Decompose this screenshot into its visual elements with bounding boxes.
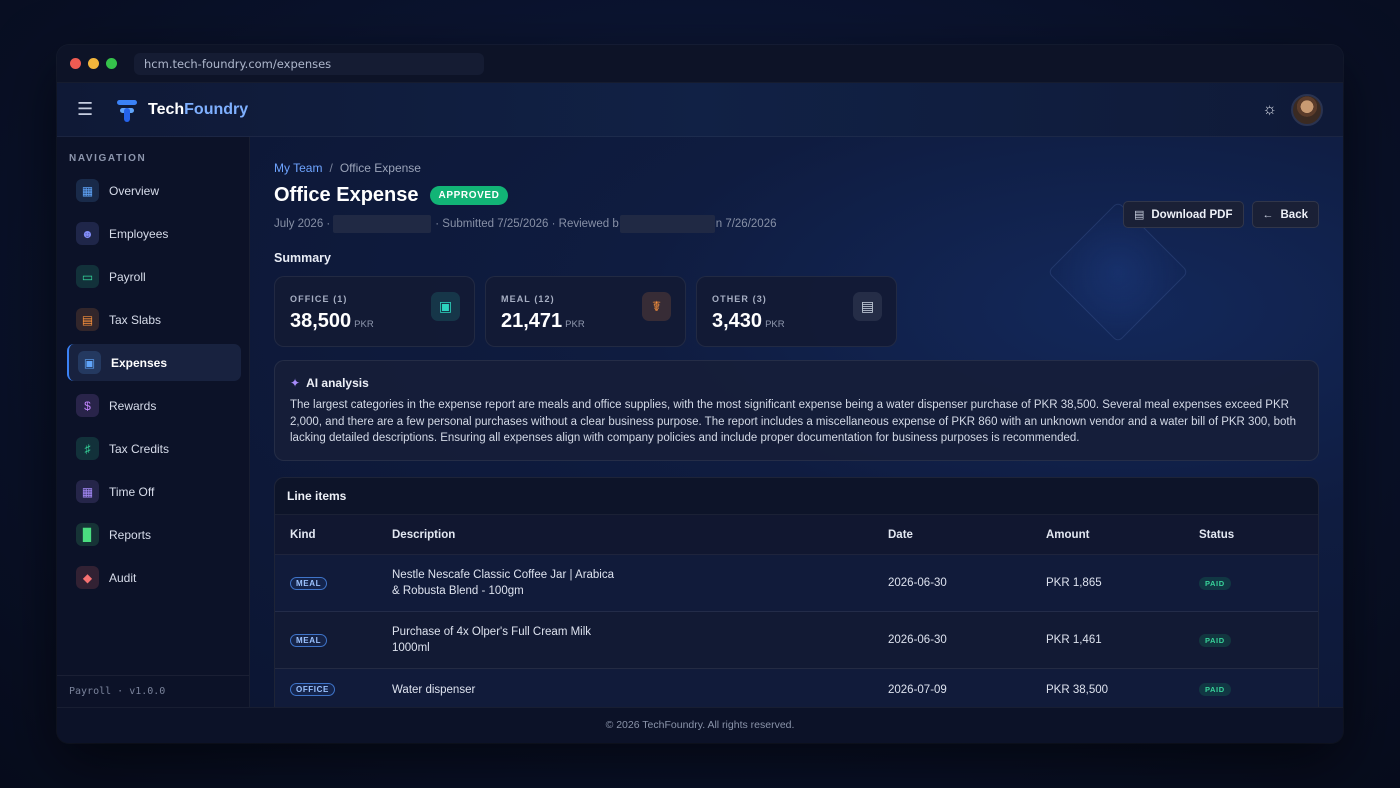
page-title: Office Expense xyxy=(274,184,419,206)
menu-icon[interactable]: ☰ xyxy=(77,99,101,120)
paid-badge: PAID xyxy=(1199,633,1231,647)
item-date: 2026-06-30 xyxy=(888,554,1046,612)
item-description: Purchase of 4x Olper's Full Cream Milk 10… xyxy=(392,611,888,669)
table-row[interactable]: MEAL Nestle Nescafe Classic Coffee Jar |… xyxy=(275,554,1318,612)
sidebar-item-tax-slabs[interactable]: ▤ Tax Slabs xyxy=(67,301,241,338)
sidebar: NAVIGATION ▦ Overview ☻ Employees ▭ Payr… xyxy=(57,137,250,707)
table-row[interactable]: OFFICE Water dispenser 2026-07-09 PKR 38… xyxy=(275,668,1318,707)
logo-icon xyxy=(115,97,139,123)
sidebar-item-tax-credits[interactable]: ♯ Tax Credits xyxy=(67,430,241,467)
browser-titlebar: hcm.tech-foundry.com/expenses xyxy=(57,45,1343,83)
grid-icon: ▦ xyxy=(76,179,99,202)
app-header: ☰ TechFoundry ☼ xyxy=(57,83,1343,137)
paid-badge: PAID xyxy=(1199,576,1231,590)
status-badge: APPROVED xyxy=(429,186,509,205)
ai-analysis-title: AI analysis xyxy=(306,376,369,390)
kind-badge: MEAL xyxy=(290,576,328,590)
kind-badge: MEAL xyxy=(290,633,328,647)
browser-window: hcm.tech-foundry.com/expenses ☰ TechFoun… xyxy=(57,45,1343,743)
sun-icon[interactable]: ☼ xyxy=(1262,101,1277,119)
item-amount: PKR 1,461 xyxy=(1046,611,1199,669)
bank-icon: ♯ xyxy=(76,437,99,460)
briefcase-icon: ▣ xyxy=(431,292,460,321)
header-actions: ▤ Download PDF ← Back xyxy=(1115,201,1319,228)
redacted-reviewer xyxy=(619,215,715,233)
column-header-description: Description xyxy=(392,514,888,555)
column-header-kind: Kind xyxy=(275,514,392,555)
card-icon: ▭ xyxy=(76,265,99,288)
paid-badge: PAID xyxy=(1199,683,1231,696)
ai-analysis-text: The largest categories in the expense re… xyxy=(290,399,1297,444)
item-date: 2026-06-30 xyxy=(888,611,1046,669)
sidebar-item-reports[interactable]: ▉ Reports xyxy=(67,516,241,553)
minimize-window-button[interactable] xyxy=(88,58,99,69)
nav-heading: NAVIGATION xyxy=(69,153,147,164)
summary-card-other: OTHER (3) 3,430 PKR ▤ xyxy=(696,276,897,347)
item-amount: PKR 1,865 xyxy=(1046,554,1199,612)
sidebar-item-payroll[interactable]: ▭ Payroll xyxy=(67,258,241,295)
item-date: 2026-07-09 xyxy=(888,668,1046,707)
sidebar-item-time-off[interactable]: ▦ Time Off xyxy=(67,473,241,510)
summary-card-meal: MEAL (12) 21,471 PKR ☤ xyxy=(485,276,686,347)
app-version: Payroll · v1.0.0 xyxy=(57,675,249,707)
kind-badge: OFFICE xyxy=(290,683,335,696)
download-pdf-button[interactable]: ▤ Download PDF xyxy=(1122,201,1244,228)
column-header-date: Date xyxy=(888,514,1046,555)
maximize-window-button[interactable] xyxy=(106,58,117,69)
line-items-panel: Line items Kind Description Date Amount … xyxy=(274,477,1319,707)
sidebar-item-employees[interactable]: ☻ Employees xyxy=(67,215,241,252)
arrow-left-icon: ← xyxy=(1262,208,1274,221)
page-footer: © 2026 TechFoundry. All rights reserved. xyxy=(57,707,1343,743)
main-content: My Team / Office Expense Office Expense AP… xyxy=(250,137,1343,707)
line-items-title: Line items xyxy=(287,489,347,503)
item-description: Nestle Nescafe Classic Coffee Jar | Arab… xyxy=(392,554,888,612)
address-bar[interactable]: hcm.tech-foundry.com/expenses xyxy=(134,52,484,75)
shield-icon: ◆ xyxy=(76,566,99,589)
avatar[interactable] xyxy=(1291,93,1323,126)
column-header-amount: Amount xyxy=(1046,514,1199,555)
line-items-table: Kind Description Date Amount Status MEAL… xyxy=(275,514,1318,707)
breadcrumb-link-my-team[interactable]: My Team xyxy=(274,161,322,175)
sidebar-item-rewards[interactable]: $ Rewards xyxy=(67,387,241,424)
breadcrumb: My Team / Office Expense xyxy=(274,161,421,175)
sparkle-icon: ✦ xyxy=(290,376,301,390)
redacted-name xyxy=(333,215,432,233)
file-icon: ▤ xyxy=(1133,209,1145,221)
calendar-icon: ▦ xyxy=(76,480,99,503)
brand-name[interactable]: TechFoundry xyxy=(148,101,248,119)
utensils-icon: ☤ xyxy=(642,292,671,321)
column-header-status: Status xyxy=(1199,514,1318,555)
sidebar-item-audit[interactable]: ◆ Audit xyxy=(67,559,241,596)
document-icon: ▤ xyxy=(76,308,99,331)
back-button[interactable]: ← Back xyxy=(1251,201,1319,228)
close-window-button[interactable] xyxy=(70,58,81,69)
item-description: Water dispenser xyxy=(392,668,888,707)
wallet-icon: ▣ xyxy=(78,351,101,374)
sidebar-item-expenses[interactable]: ▣ Expenses xyxy=(67,344,241,381)
summary-card-office: OFFICE (1) 38,500 PKR ▣ xyxy=(274,276,475,347)
receipt-icon: ▤ xyxy=(853,292,882,321)
breadcrumb-current: Office Expense xyxy=(339,161,421,175)
dollar-icon: $ xyxy=(76,394,99,417)
bar-chart-icon: ▉ xyxy=(76,523,99,546)
table-row[interactable]: MEAL Purchase of 4x Olper's Full Cream M… xyxy=(275,611,1318,669)
ai-analysis-panel: ✦ AI analysis The largest categories in … xyxy=(274,360,1319,461)
item-amount: PKR 38,500 xyxy=(1046,668,1199,707)
sidebar-item-overview[interactable]: ▦ Overview xyxy=(67,172,241,209)
users-icon: ☻ xyxy=(76,222,99,245)
